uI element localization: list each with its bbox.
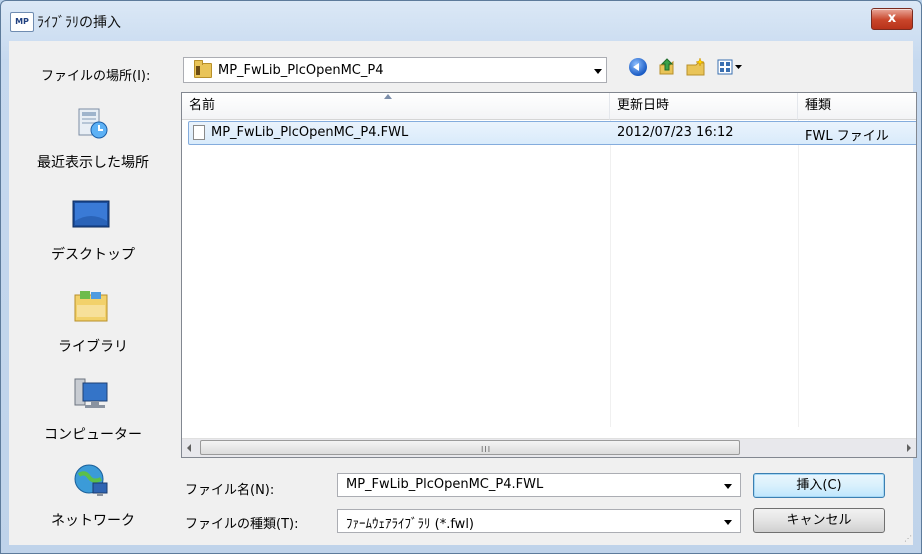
place-desktop[interactable]: デスクトップ xyxy=(9,195,177,285)
place-network[interactable]: ネットワーク xyxy=(9,461,177,551)
file-name-label: ファイル名(N): xyxy=(185,483,275,498)
file-row[interactable]: MP_FwLib_PlcOpenMC_P4.FWL 2012/07/23 16:… xyxy=(188,121,916,145)
column-header-type[interactable]: 種類 xyxy=(798,93,916,120)
horizontal-scrollbar[interactable]: III xyxy=(182,438,916,457)
insert-library-dialog: MP ﾗｲﾌﾞﾗﾘの挿入 x ファイルの場所(I): MP_FwLib_PlcO… xyxy=(0,0,922,554)
place-label: コンピューター xyxy=(44,427,142,443)
title-bar[interactable]: MP ﾗｲﾌﾞﾗﾘの挿入 x xyxy=(1,1,921,41)
recent-places-icon xyxy=(71,103,111,143)
column-header-date[interactable]: 更新日時 xyxy=(610,93,798,120)
file-icon xyxy=(193,125,205,140)
place-label: デスクトップ xyxy=(51,247,135,263)
scrollbar-grip: III xyxy=(481,445,492,454)
look-in-value: MP_FwLib_PlcOpenMC_P4 xyxy=(218,63,384,78)
place-recent[interactable]: 最近表示した場所 xyxy=(9,103,177,193)
place-label: 最近表示した場所 xyxy=(37,155,149,171)
folder-icon xyxy=(194,60,212,78)
back-arrow-icon[interactable] xyxy=(629,58,647,76)
look-in-label: ファイルの場所(I): xyxy=(41,69,151,84)
scroll-left-icon[interactable] xyxy=(187,444,191,452)
view-menu-icon[interactable] xyxy=(717,58,743,76)
scroll-right-icon[interactable] xyxy=(907,444,911,452)
dialog-body: ファイルの場所(I): MP_FwLib_PlcOpenMC_P4 最近表示した… xyxy=(9,41,917,545)
new-folder-icon[interactable] xyxy=(685,57,707,77)
desktop-icon xyxy=(71,195,111,235)
chevron-down-icon[interactable] xyxy=(724,484,732,489)
file-date: 2012/07/23 16:12 xyxy=(617,125,734,140)
file-name-input[interactable]: MP_FwLib_PlcOpenMC_P4.FWL xyxy=(337,473,741,497)
column-header-name[interactable]: 名前 xyxy=(182,93,610,120)
place-label: ライブラリ xyxy=(58,339,128,355)
cancel-button[interactable]: キャンセル xyxy=(753,508,885,533)
places-bar: 最近表示した場所 デスクトップ ライブラリ コンピューター ネットワーク xyxy=(9,91,177,541)
column-header-name-label: 名前 xyxy=(189,98,216,113)
place-libraries[interactable]: ライブラリ xyxy=(9,287,177,377)
sort-ascending-icon xyxy=(384,94,392,99)
column-divider xyxy=(798,120,799,427)
dialog-title: ﾗｲﾌﾞﾗﾘの挿入 xyxy=(37,15,121,31)
network-icon xyxy=(71,461,111,501)
up-folder-icon[interactable] xyxy=(657,57,677,77)
place-label: ネットワーク xyxy=(51,513,135,529)
resize-grip-icon[interactable]: ⋰ xyxy=(904,534,912,543)
look-in-combobox[interactable]: MP_FwLib_PlcOpenMC_P4 xyxy=(183,57,607,83)
computer-icon xyxy=(71,375,111,415)
file-type-label: ファイルの種類(T): xyxy=(185,517,299,532)
file-name-value: MP_FwLib_PlcOpenMC_P4.FWL xyxy=(346,477,544,492)
file-type-value: ﾌｧｰﾑｳｪｱﾗｲﾌﾞﾗﾘ (*.fwl) xyxy=(346,517,475,532)
app-icon: MP xyxy=(10,12,34,32)
file-list-view[interactable]: 名前 更新日時 種類 MP_FwLib_PlcOpenMC_P4.FWL 201… xyxy=(181,92,917,458)
file-type: FWL ファイル xyxy=(805,129,889,144)
insert-button[interactable]: 挿入(C) xyxy=(753,473,885,498)
chevron-down-icon[interactable] xyxy=(724,520,732,525)
file-type-select[interactable]: ﾌｧｰﾑｳｪｱﾗｲﾌﾞﾗﾘ (*.fwl) xyxy=(337,509,741,533)
scrollbar-thumb[interactable]: III xyxy=(200,440,740,455)
close-button[interactable]: x xyxy=(871,8,913,30)
column-divider xyxy=(610,120,611,427)
column-header-date-label: 更新日時 xyxy=(617,98,670,113)
place-computer[interactable]: コンピューター xyxy=(9,375,177,465)
column-header-type-label: 種類 xyxy=(805,98,832,113)
chevron-down-icon[interactable] xyxy=(594,69,602,74)
libraries-icon xyxy=(71,287,111,327)
file-name: MP_FwLib_PlcOpenMC_P4.FWL xyxy=(211,125,409,140)
